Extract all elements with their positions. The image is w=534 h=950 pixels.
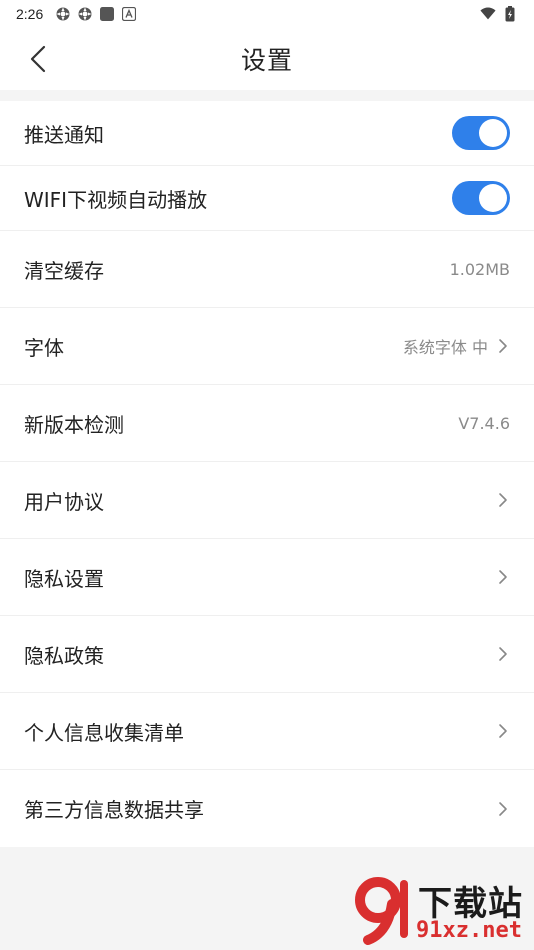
setting-label: 隐私政策 — [24, 643, 104, 668]
chevron-right-icon — [496, 722, 510, 740]
setting-row-clear-cache[interactable]: 清空缓存 1.02MB — [0, 231, 534, 308]
setting-row-user-agreement[interactable]: 用户协议 — [0, 462, 534, 539]
setting-row-third-party-sharing[interactable]: 第三方信息数据共享 — [0, 770, 534, 847]
setting-row-push-notifications[interactable]: 推送通知 — [0, 101, 534, 166]
font-value: 系统字体 中 — [402, 338, 488, 357]
setting-label: 隐私设置 — [24, 566, 104, 591]
setting-label: WIFI下视频自动播放 — [24, 187, 208, 212]
watermark-domain: 91xz.net — [416, 918, 522, 943]
setting-row-privacy-policy[interactable]: 隐私政策 — [0, 616, 534, 693]
chevron-right-icon — [496, 491, 510, 509]
setting-label: 用户协议 — [24, 489, 104, 514]
toggle-knob — [479, 119, 507, 147]
settings-gear-icon — [77, 6, 93, 22]
setting-row-font[interactable]: 字体 系统字体 中 — [0, 308, 534, 385]
chevron-right-icon — [496, 800, 510, 818]
setting-row-version-check[interactable]: 新版本检测 V7.4.6 — [0, 385, 534, 462]
setting-label: 推送通知 — [24, 122, 104, 147]
settings-list: 推送通知 WIFI下视频自动播放 清空缓存 1.02MB 字体 系统字体 中 新… — [0, 101, 534, 847]
status-time: 2:26 — [16, 6, 44, 22]
wifi-autoplay-toggle[interactable] — [452, 181, 510, 215]
status-icons-left — [55, 6, 137, 22]
setting-label: 清空缓存 — [24, 258, 104, 283]
version-value: V7.4.6 — [458, 413, 510, 433]
settings-screen: 2:26 设置 推送通知 WIFI下视频自动播放 清空缓存 1.02MB 字体 … — [0, 0, 534, 950]
back-button[interactable] — [20, 40, 56, 78]
cache-size-value: 1.02MB — [449, 259, 510, 279]
square-app-icon — [99, 6, 115, 22]
wifi-icon — [480, 6, 496, 22]
setting-label: 个人信息收集清单 — [24, 720, 184, 745]
chevron-right-icon — [496, 645, 510, 663]
status-icons-right — [480, 6, 518, 22]
push-notifications-toggle[interactable] — [452, 116, 510, 150]
page-title: 设置 — [240, 46, 293, 75]
chevron-right-icon — [496, 568, 510, 586]
setting-label: 第三方信息数据共享 — [24, 798, 204, 822]
status-bar: 2:26 — [0, 0, 534, 28]
setting-row-privacy-settings[interactable]: 隐私设置 — [0, 539, 534, 616]
settings-gear-icon — [55, 6, 71, 22]
setting-label: 字体 — [24, 335, 64, 360]
battery-charging-icon — [502, 6, 518, 22]
chevron-left-icon — [30, 45, 46, 73]
watermark: 下载站 91xz.net — [354, 874, 530, 946]
toggle-knob — [479, 184, 507, 212]
setting-row-personal-info-list[interactable]: 个人信息收集清单 — [0, 693, 534, 770]
setting-row-wifi-autoplay[interactable]: WIFI下视频自动播放 — [0, 166, 534, 231]
font-a-icon — [121, 6, 137, 22]
setting-label: 新版本检测 — [24, 412, 124, 437]
top-app-bar: 设置 — [0, 28, 534, 90]
watermark-logo-icon — [355, 877, 408, 945]
chevron-right-icon — [496, 337, 510, 355]
